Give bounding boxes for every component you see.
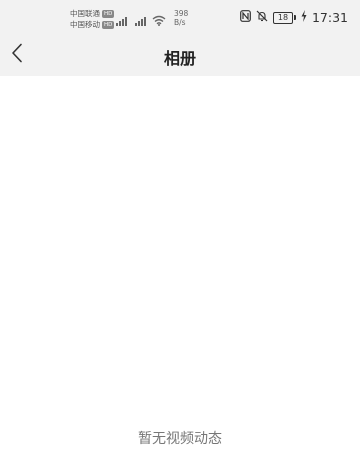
hd-badge-2: HD	[102, 20, 115, 29]
header-bar: 相册	[0, 34, 360, 76]
signal-icon	[133, 11, 149, 30]
battery-icon: 18	[272, 11, 296, 24]
hd-badge-1: HD	[102, 9, 115, 18]
nfc-icon	[240, 10, 251, 25]
status-bar: 中国联通 HD 中国移动 HD 398 B/s 18 17:31	[0, 0, 360, 34]
battery-level: 18	[272, 11, 293, 24]
mute-icon	[256, 10, 268, 25]
carrier-row-1: 中国联通 HD	[70, 8, 115, 19]
top-area: 中国联通 HD 中国移动 HD 398 B/s 18 17:31 相册	[0, 0, 360, 76]
signal-group	[114, 11, 166, 30]
signal-icon	[114, 11, 130, 30]
carrier-2-label: 中国移动	[70, 20, 100, 29]
carrier-row-2: 中国移动 HD	[70, 19, 115, 30]
charging-icon	[301, 10, 307, 25]
wifi-icon	[152, 11, 166, 30]
status-right: 18 17:31	[240, 10, 348, 25]
net-speed-unit: B/s	[174, 18, 186, 27]
net-speed: 398 B/s	[174, 9, 188, 27]
status-time: 17:31	[311, 10, 348, 25]
page-title: 相册	[163, 49, 196, 68]
carrier-1-label: 中国联通	[70, 9, 100, 18]
empty-state-message: 暂无视频动态	[138, 431, 222, 447]
carrier-info: 中国联通 HD 中国移动 HD	[70, 8, 115, 30]
battery-cap	[293, 15, 296, 20]
net-speed-value: 398	[174, 9, 189, 18]
